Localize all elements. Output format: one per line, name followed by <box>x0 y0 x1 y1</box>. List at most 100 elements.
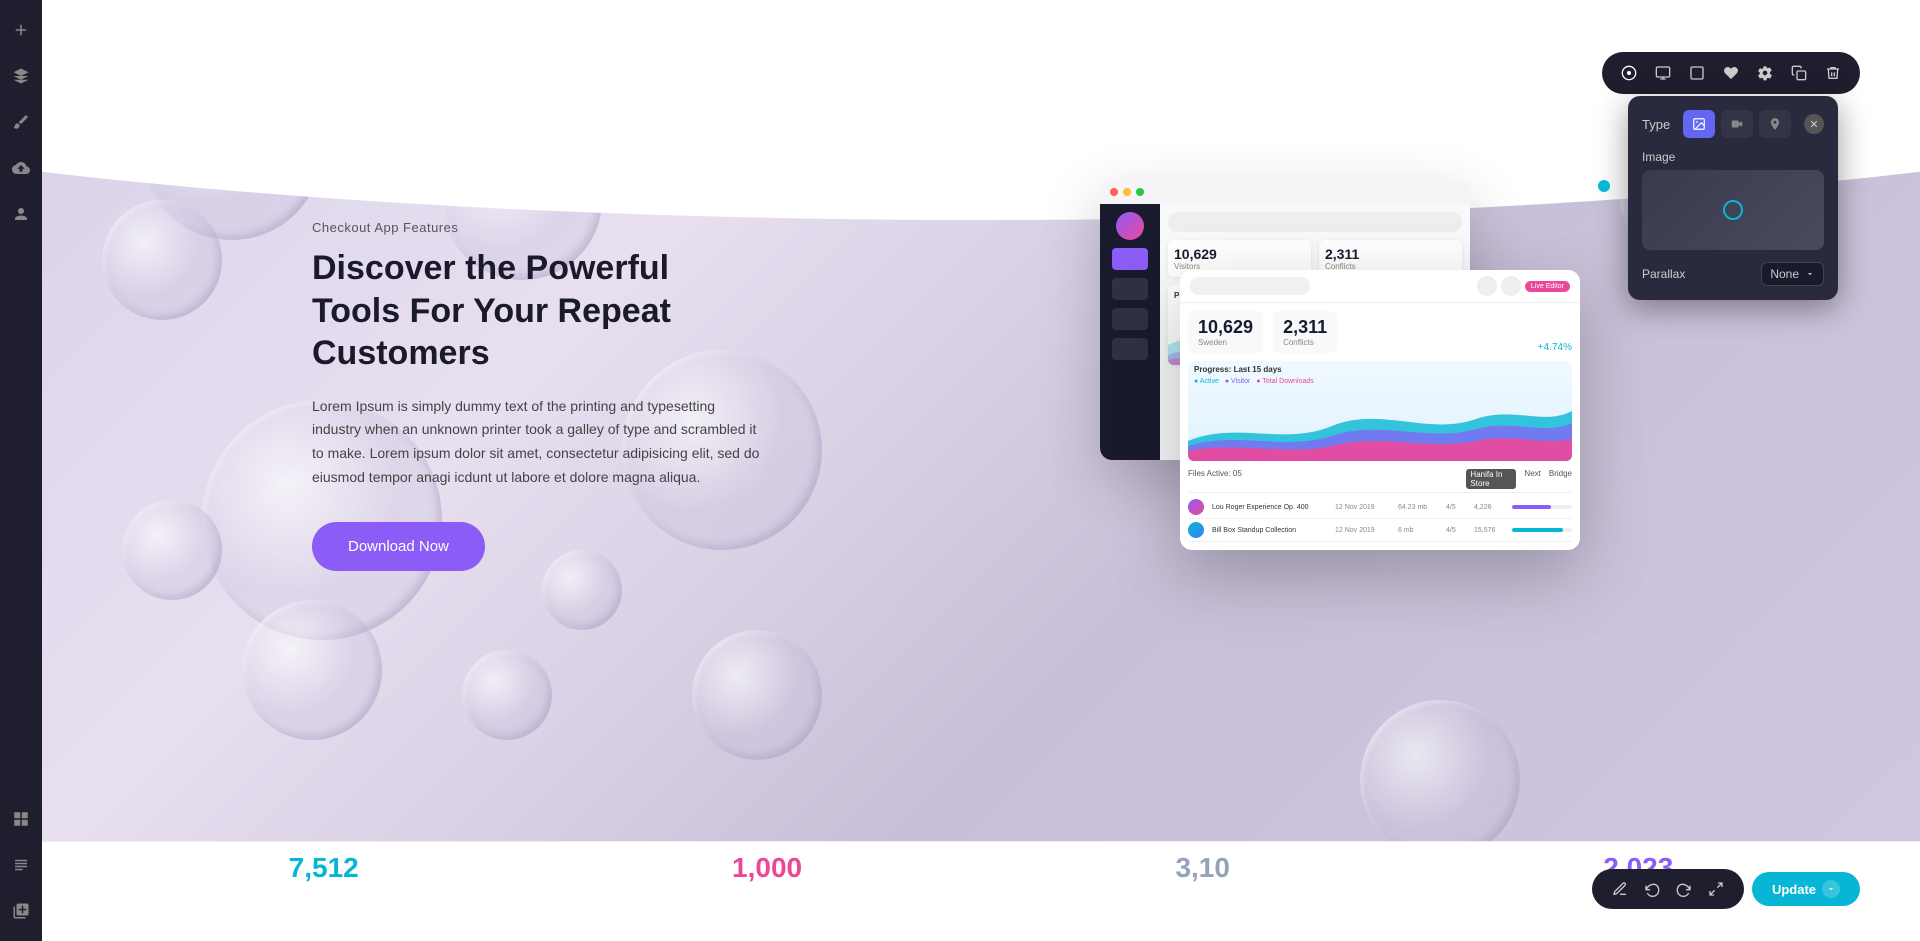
settings-toolbar-btn[interactable] <box>1750 58 1780 88</box>
win-sidebar-1 <box>1100 204 1160 460</box>
upload-icon[interactable] <box>7 154 35 182</box>
d2-label-2: Conflicts <box>1283 338 1327 347</box>
d2-num-1: 10,629 <box>1198 317 1253 338</box>
type-panel-close[interactable]: ✕ <box>1804 114 1824 134</box>
active-tag: Live Editor <box>1525 281 1570 292</box>
image-preview[interactable] <box>1642 170 1824 250</box>
bubble-8 <box>242 600 382 740</box>
hero-text: Checkout App Features Discover the Power… <box>312 220 762 571</box>
bubble-4 <box>122 500 222 600</box>
download-button[interactable]: Download Now <box>312 522 485 571</box>
stat-num-2: 2,311 <box>1325 246 1456 262</box>
add-icon[interactable] <box>7 16 35 44</box>
image-preview-dot <box>1723 200 1743 220</box>
indicator-dot <box>1598 180 1610 192</box>
bubble-12 <box>692 630 822 760</box>
paint-icon[interactable] <box>7 108 35 136</box>
expand-btn[interactable] <box>1702 875 1730 903</box>
hero-body: Lorem Ipsum is simply dummy text of the … <box>312 395 762 490</box>
user-icon[interactable] <box>7 200 35 228</box>
parallax-label: Parallax <box>1642 267 1685 281</box>
type-panel: Type ✕ Image Parallax N <box>1628 96 1838 300</box>
ws-nav-1 <box>1112 248 1148 270</box>
target-toolbar-btn[interactable] <box>1614 58 1644 88</box>
win-close-1 <box>1110 188 1118 196</box>
left-sidebar <box>0 0 42 941</box>
big-chart-title: Progress: Last 15 days <box>1188 361 1572 378</box>
square-toolbar-btn[interactable] <box>1682 58 1712 88</box>
type-panel-header: Type ✕ <box>1642 110 1824 138</box>
preview-num-3: 3,10 <box>1175 852 1230 884</box>
heart-toolbar-btn[interactable] <box>1716 58 1746 88</box>
type-panel-title: Type <box>1642 117 1670 132</box>
d2-stat-2: 2,311 Conflicts <box>1273 311 1337 353</box>
image-label: Image <box>1642 150 1824 164</box>
win-max-1 <box>1136 188 1144 196</box>
preview-stat-3: 3,10 <box>1175 852 1230 884</box>
type-options <box>1683 110 1791 138</box>
parallax-select[interactable]: None <box>1761 262 1824 286</box>
parallax-section: Parallax None <box>1642 262 1824 286</box>
mockup-container: 10,629 Visitors 2,311 Conflicts Progress… <box>1100 180 1580 560</box>
bottom-toolbar: Update <box>1592 869 1860 909</box>
table-header: Files Active: 05 Hanifa In Store Next Br… <box>1188 467 1572 493</box>
row-bar-fill-1 <box>1512 505 1551 509</box>
stack-icon[interactable] <box>7 897 35 925</box>
copy-toolbar-btn[interactable] <box>1784 58 1814 88</box>
image-section: Image <box>1642 150 1824 250</box>
row-avatar-2 <box>1188 522 1204 538</box>
ws-nav-3 <box>1112 308 1148 330</box>
pen-tool-btn[interactable] <box>1606 875 1634 903</box>
preview-stat-2: 1,000 <box>732 852 802 884</box>
d2-header: Live Editor <box>1180 270 1580 303</box>
parallax-value: None <box>1770 267 1799 281</box>
table-row-1: Lou Roger Experience Op. 400 12 Nov 2019… <box>1188 496 1572 519</box>
image-type-btn[interactable] <box>1683 110 1715 138</box>
d2-body: 10,629 Sweden 2,311 Conflicts +4.74% Pro… <box>1180 303 1580 550</box>
row-text-2: Bill Box Standup Collection <box>1212 527 1327 534</box>
win-min-1 <box>1123 188 1131 196</box>
dash-search-1 <box>1168 212 1462 232</box>
row-bar-2 <box>1512 528 1572 532</box>
hero-overline: Checkout App Features <box>312 220 762 235</box>
pin-type-btn[interactable] <box>1759 110 1791 138</box>
update-arrow <box>1822 880 1840 898</box>
redo-btn[interactable] <box>1670 875 1698 903</box>
top-toolbar <box>1602 52 1860 94</box>
d2-stat-1: 10,629 Sweden <box>1188 311 1263 353</box>
update-button[interactable]: Update <box>1752 872 1860 906</box>
hero-headline: Discover the Powerful Tools For Your Rep… <box>312 247 762 375</box>
undo-btn[interactable] <box>1638 875 1666 903</box>
update-label: Update <box>1772 882 1816 897</box>
row-avatar-1 <box>1188 499 1204 515</box>
video-type-btn[interactable] <box>1721 110 1753 138</box>
big-chart: Progress: Last 15 days ● Active ● Visito… <box>1188 361 1572 461</box>
d2-stats: 10,629 Sweden 2,311 Conflicts +4.74% <box>1188 311 1572 353</box>
row-bar-1 <box>1512 505 1572 509</box>
chart-pct: +4.74% <box>1538 342 1572 353</box>
win-bar-1 <box>1100 180 1470 204</box>
layout-icon[interactable] <box>7 805 35 833</box>
dashboard-2: Live Editor 10,629 Sweden 2,311 Conflict… <box>1180 270 1580 550</box>
ws-nav-2 <box>1112 278 1148 300</box>
screen-toolbar-btn[interactable] <box>1648 58 1678 88</box>
bottom-tools <box>1592 869 1744 909</box>
ws-nav-4 <box>1112 338 1148 360</box>
preview-stat-1: 7,512 <box>289 852 359 884</box>
row-bar-fill-2 <box>1512 528 1563 532</box>
d2-search <box>1190 277 1310 295</box>
layers-icon[interactable] <box>7 62 35 90</box>
preview-num-1: 7,512 <box>289 852 359 884</box>
trash-toolbar-btn[interactable] <box>1818 58 1848 88</box>
chart-legend: ● Active ● Visitor ● Total Downloads <box>1188 378 1572 385</box>
stat-num-1: 10,629 <box>1174 246 1305 262</box>
bubble-9 <box>462 650 552 740</box>
preview-num-2: 1,000 <box>732 852 802 884</box>
main-content: Checkout App Features Discover the Power… <box>42 0 1920 941</box>
bubble-2 <box>102 200 222 320</box>
form-icon[interactable] <box>7 851 35 879</box>
table-row-2: Bill Box Standup Collection 12 Nov 2019 … <box>1188 519 1572 542</box>
d2-num-2: 2,311 <box>1283 317 1327 338</box>
ws-avatar <box>1116 212 1144 240</box>
row-text-1: Lou Roger Experience Op. 400 <box>1212 504 1327 511</box>
